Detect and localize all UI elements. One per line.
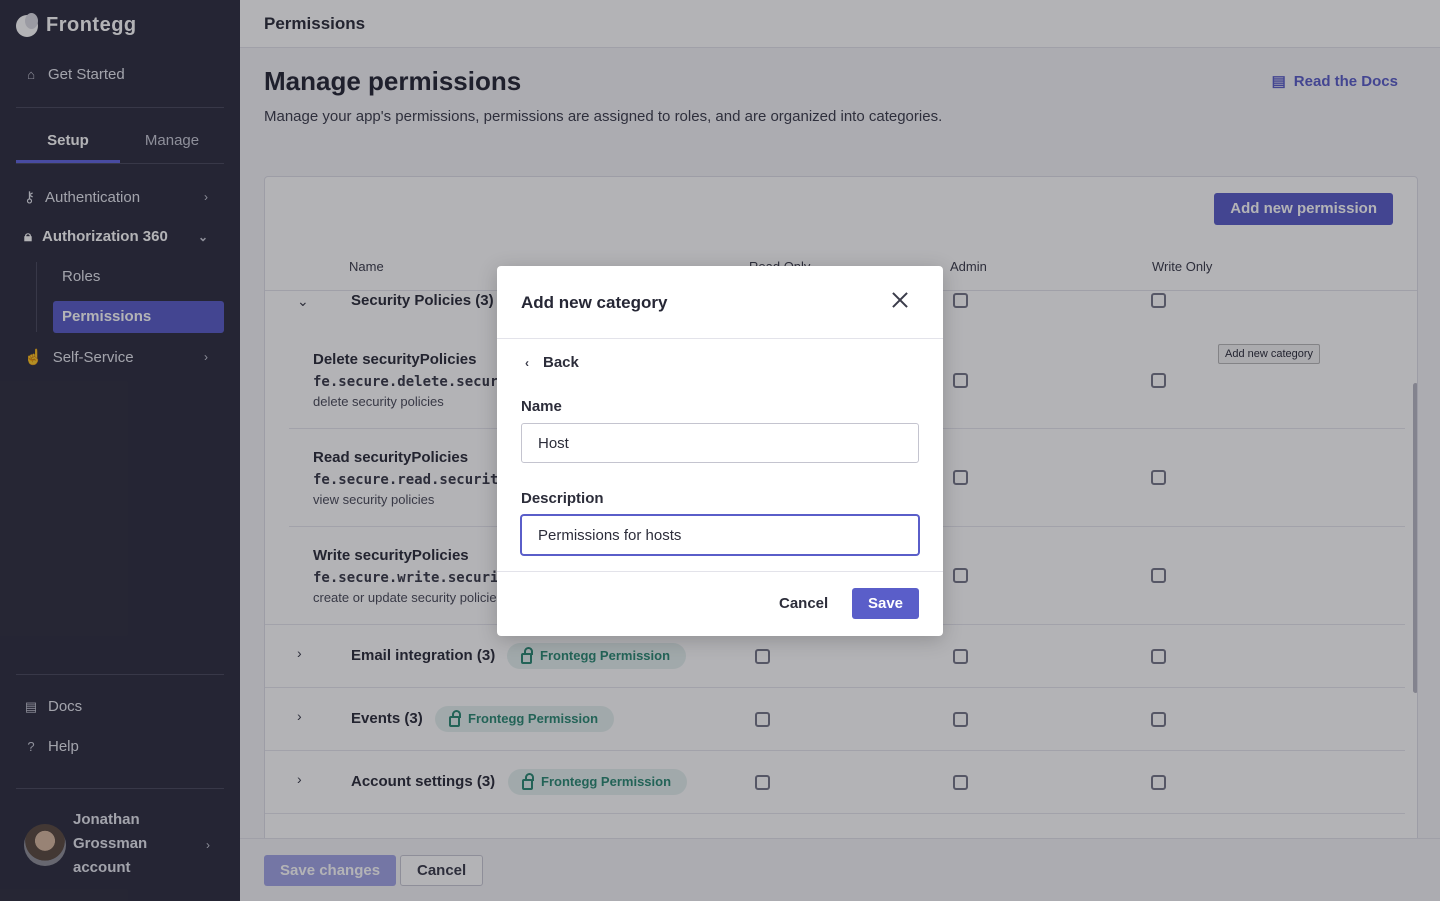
dialog-header: Add new category (497, 266, 943, 339)
back-button[interactable]: ‹ Back (525, 354, 579, 371)
dialog-title: Add new category (521, 293, 668, 312)
dialog-save-button[interactable]: Save (852, 588, 919, 619)
back-label: Back (543, 354, 579, 371)
category-name-input[interactable] (521, 423, 919, 463)
chevron-left-icon: ‹ (525, 355, 529, 370)
dialog-divider (497, 571, 943, 572)
name-label: Name (521, 398, 562, 415)
category-description-input[interactable] (521, 515, 919, 555)
add-category-dialog: Add new category ‹ Back Name Description… (497, 266, 943, 636)
close-icon[interactable] (891, 291, 909, 309)
description-label: Description (521, 490, 604, 507)
dialog-cancel-button[interactable]: Cancel (779, 588, 828, 619)
